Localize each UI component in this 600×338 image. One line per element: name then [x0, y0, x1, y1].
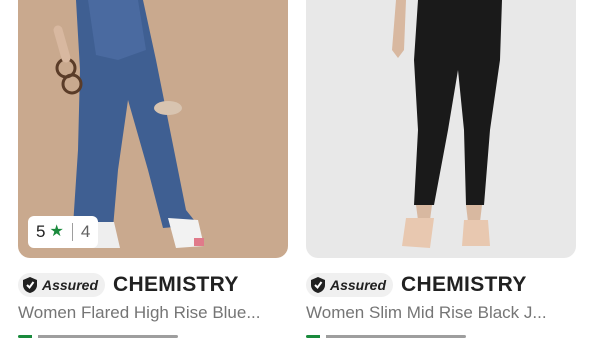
rating-badge: 5 ★ 4: [28, 216, 99, 248]
price-row: [306, 331, 506, 338]
brand-row: Assured CHEMISTRY: [18, 272, 239, 298]
product-card[interactable]: 5 ★ 4 Assured CHEMISTRY Women Flared Hig…: [18, 0, 288, 338]
product-image[interactable]: [306, 0, 576, 258]
assured-label: Assured: [330, 277, 387, 293]
shield-check-icon: [23, 277, 37, 293]
assured-label: Assured: [42, 277, 99, 293]
product-card[interactable]: Assured CHEMISTRY Women Slim Mid Rise Bl…: [306, 0, 576, 338]
price-row: [18, 331, 218, 338]
product-image[interactable]: 5 ★ 4: [18, 0, 288, 258]
product-title[interactable]: Women Flared High Rise Blue...: [18, 303, 288, 323]
star-icon: ★: [49, 223, 64, 240]
product-title[interactable]: Women Slim Mid Rise Black J...: [306, 303, 576, 323]
black-slim-jeans-icon: [392, 0, 502, 248]
brand-name: CHEMISTRY: [113, 273, 239, 296]
product-grid: 5 ★ 4 Assured CHEMISTRY Women Flared Hig…: [0, 0, 600, 338]
shield-check-icon: [311, 277, 325, 293]
rating-value: 5: [36, 222, 46, 241]
rating-count: 4: [80, 222, 91, 241]
brand-name: CHEMISTRY: [401, 273, 527, 296]
rating-divider: [71, 223, 73, 241]
assured-badge: Assured: [18, 273, 106, 297]
assured-badge: Assured: [306, 273, 394, 297]
brand-row: Assured CHEMISTRY: [306, 272, 527, 298]
